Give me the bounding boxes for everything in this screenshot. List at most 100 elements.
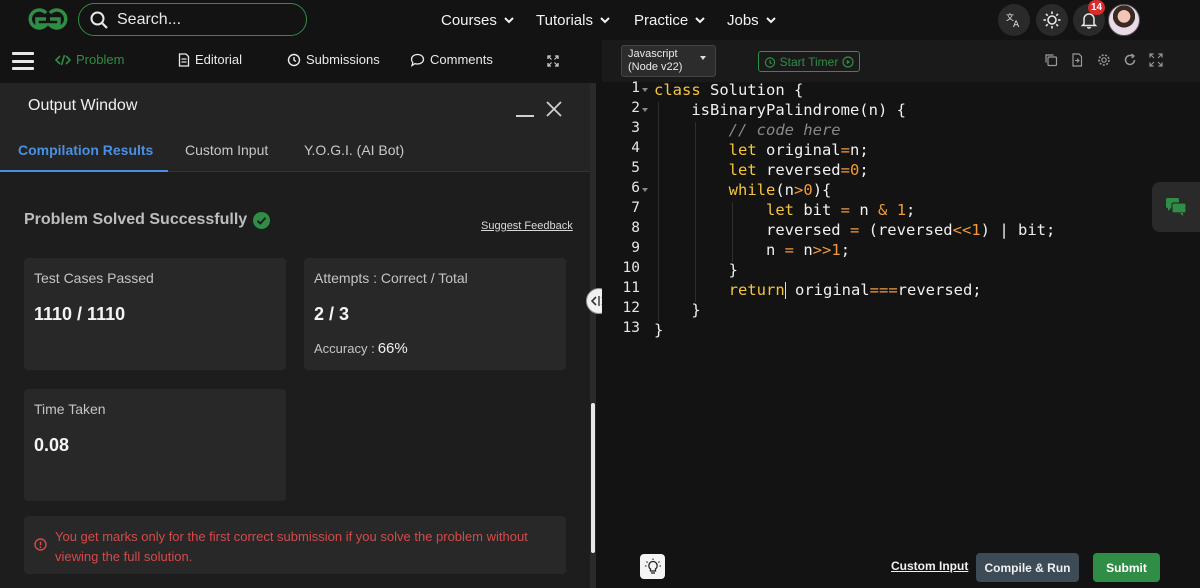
menu-icon[interactable] bbox=[12, 52, 34, 70]
result-status: Problem Solved Successfully bbox=[24, 211, 271, 229]
code-editor[interactable]: 1 2 3 4 5 6 7 8 9 10 11 12 13 class Solu… bbox=[602, 80, 1200, 544]
custom-input-link[interactable]: Custom Input bbox=[891, 559, 968, 573]
timer-icon bbox=[764, 56, 775, 68]
code-icon bbox=[55, 54, 71, 65]
code-line: // code here bbox=[728, 121, 841, 139]
start-timer-label: Start Timer bbox=[779, 54, 839, 69]
expand-icon[interactable] bbox=[547, 55, 559, 67]
line-number: 6 bbox=[631, 180, 640, 196]
scrollbar-thumb[interactable] bbox=[591, 403, 595, 553]
theme-sun-icon bbox=[1043, 11, 1061, 29]
output-scrollbar[interactable] bbox=[590, 83, 596, 588]
reset-icon[interactable] bbox=[1123, 53, 1137, 67]
caret-down-icon bbox=[700, 56, 706, 60]
fold-arrow-icon[interactable] bbox=[642, 88, 648, 92]
search-placeholder: Search... bbox=[117, 10, 182, 28]
nav-tutorials-label: Tutorials bbox=[536, 11, 593, 29]
check-circle-icon bbox=[253, 211, 271, 229]
line-number: 10 bbox=[622, 260, 640, 276]
marks-warning-text: You get marks only for the first correct… bbox=[55, 529, 528, 564]
clock-icon bbox=[287, 53, 301, 66]
code-line: let bit = n & 1; bbox=[765, 201, 916, 219]
test-cases-card: Test Cases Passed 1110 / 1110 bbox=[24, 258, 286, 370]
fold-arrow-icon[interactable] bbox=[642, 188, 648, 192]
nav-practice-label: Practice bbox=[634, 11, 689, 29]
nav-courses[interactable]: Courses bbox=[441, 0, 515, 40]
tab-submissions-label: Submissions bbox=[306, 52, 380, 67]
close-icon[interactable] bbox=[545, 100, 563, 118]
line-number: 2 bbox=[631, 100, 640, 116]
tab-yogi-ai-bot[interactable]: Y.O.G.I. (AI Bot) bbox=[304, 142, 404, 158]
output-window-title: Output Window bbox=[28, 97, 138, 114]
import-file-icon[interactable] bbox=[1070, 53, 1084, 67]
chevron-down-icon bbox=[504, 17, 514, 24]
line-number: 11 bbox=[622, 280, 640, 296]
theme-toggle-button[interactable] bbox=[1036, 4, 1068, 36]
tab-problem[interactable]: Problem bbox=[55, 52, 124, 67]
avatar[interactable] bbox=[1108, 4, 1140, 36]
nav-courses-label: Courses bbox=[441, 11, 497, 29]
code-line: } bbox=[654, 261, 738, 279]
chevron-down-icon bbox=[695, 17, 705, 24]
tab-submissions[interactable]: Submissions bbox=[287, 52, 380, 67]
language-version: (Node v22) bbox=[628, 61, 683, 73]
nav-tutorials[interactable]: Tutorials bbox=[536, 0, 611, 40]
hint-button[interactable] bbox=[640, 554, 665, 579]
code-line: } bbox=[654, 301, 701, 319]
code-line: reversed = (reversed<<1) | bit; bbox=[654, 221, 1056, 239]
time-taken-card: Time Taken 0.08 bbox=[24, 389, 286, 501]
minimize-button[interactable] bbox=[516, 115, 534, 117]
nav-jobs[interactable]: Jobs bbox=[727, 0, 777, 40]
lightbulb-icon bbox=[644, 558, 661, 574]
line-number: 5 bbox=[631, 160, 640, 176]
chat-bubbles-icon bbox=[1166, 198, 1187, 216]
tab-editorial[interactable]: Editorial bbox=[178, 52, 242, 67]
active-tab-indicator bbox=[0, 170, 168, 172]
play-icon bbox=[842, 55, 854, 68]
nav-practice[interactable]: Practice bbox=[634, 0, 706, 40]
chevron-down-icon bbox=[600, 17, 610, 24]
search-box[interactable]: Search... bbox=[78, 3, 307, 36]
copy-icon[interactable] bbox=[1044, 53, 1058, 67]
editor-bottom-bar: Custom Input Compile & Run Submit bbox=[602, 544, 1200, 588]
result-status-text: Problem Solved Successfully bbox=[24, 211, 248, 228]
test-cases-label: Test Cases Passed bbox=[34, 270, 154, 286]
marks-warning: You get marks only for the first correct… bbox=[24, 516, 566, 574]
submit-button[interactable]: Submit bbox=[1093, 553, 1160, 582]
problem-tabs: Problem Editorial Submissions Comments bbox=[0, 40, 590, 83]
translate-button[interactable]: 文 A bbox=[998, 4, 1030, 36]
time-taken-label: Time Taken bbox=[34, 401, 106, 417]
language-select[interactable]: Javascript (Node v22) bbox=[621, 45, 716, 77]
code-content[interactable]: class Solution { isBinaryPalindrome(n) {… bbox=[654, 81, 1200, 544]
tab-comments[interactable]: Comments bbox=[410, 52, 493, 67]
line-number: 8 bbox=[631, 220, 640, 236]
compile-run-button[interactable]: Compile & Run bbox=[976, 553, 1079, 582]
output-window: Output Window Compilation Results Custom… bbox=[0, 83, 590, 588]
line-number: 4 bbox=[631, 140, 640, 156]
code-line: class Solution { bbox=[654, 81, 804, 99]
attempts-label: Attempts : Correct / Total bbox=[314, 270, 468, 286]
document-icon bbox=[178, 52, 190, 67]
line-number: 7 bbox=[631, 200, 640, 216]
fullscreen-icon[interactable] bbox=[1149, 53, 1163, 67]
chat-button[interactable] bbox=[1152, 182, 1200, 232]
tab-custom-input[interactable]: Custom Input bbox=[185, 142, 268, 158]
start-timer-button[interactable]: Start Timer bbox=[758, 51, 860, 72]
attempts-value: 2 / 3 bbox=[314, 304, 350, 324]
line-number: 9 bbox=[631, 240, 640, 256]
code-line: return original===reversed; bbox=[728, 281, 982, 299]
gfg-logo-icon[interactable] bbox=[24, 5, 72, 33]
svg-text:A: A bbox=[1013, 20, 1020, 29]
accuracy-value: 66% bbox=[377, 340, 408, 357]
line-number: 3 bbox=[631, 120, 640, 136]
search-icon bbox=[90, 11, 108, 29]
code-line: n = n>>1; bbox=[654, 241, 851, 259]
chevron-down-icon bbox=[765, 17, 776, 24]
gear-icon[interactable] bbox=[1097, 53, 1111, 67]
suggest-feedback-link[interactable]: Suggest Feedback bbox=[481, 220, 573, 232]
code-line: let reversed=0; bbox=[728, 161, 869, 179]
fold-arrow-icon[interactable] bbox=[642, 108, 648, 112]
line-number: 13 bbox=[622, 320, 640, 336]
code-line: while(n>0){ bbox=[728, 181, 832, 199]
tab-compilation-results[interactable]: Compilation Results bbox=[18, 142, 153, 158]
